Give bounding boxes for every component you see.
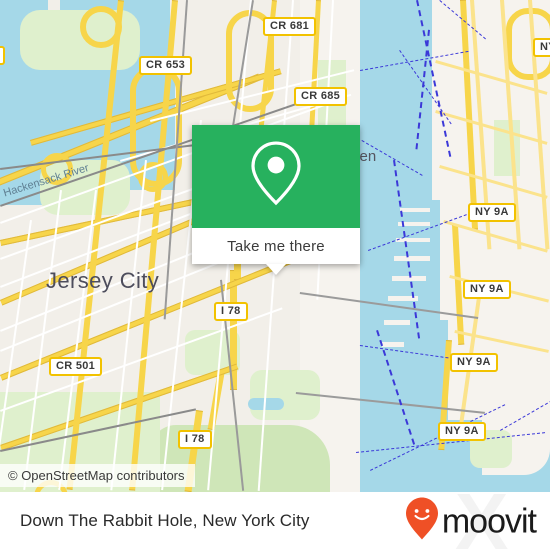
route-shield-ny9a-3[interactable]: NY 9A (450, 353, 498, 372)
map-screenshot: Jersey City ken Hackensack River CR 681 … (0, 0, 550, 550)
route-shield-ny9a-2[interactable]: NY 9A (463, 280, 511, 299)
pier-8 (382, 342, 404, 347)
popup-image-area (192, 125, 360, 228)
pier-1 (400, 208, 430, 212)
map-attribution[interactable]: © OpenStreetMap contributors (0, 464, 195, 487)
route-shield-ny[interactable]: NY (533, 38, 550, 57)
route-shield-left-edge[interactable]: CR (0, 46, 5, 65)
route-shield-cr-653[interactable]: CR 653 (139, 56, 193, 75)
moovit-wordmark: moovit (441, 502, 537, 540)
pier-4 (394, 256, 430, 261)
moovit-smiley-pin-icon (405, 497, 439, 546)
route-shield-cr-501[interactable]: CR 501 (49, 357, 103, 376)
place-title: Down The Rabbit Hole, New York City (20, 511, 310, 530)
route-shield-ny9a-1[interactable]: NY 9A (468, 203, 516, 222)
road-loop-1 (80, 6, 122, 48)
pier-7 (384, 320, 410, 325)
popup-pointer-arrow (266, 264, 286, 275)
map-pin-icon (248, 139, 304, 212)
route-shield-ny9a-4[interactable]: NY 9A (438, 422, 486, 441)
take-me-there-label: Take me there (227, 237, 325, 255)
route-shield-i78-north[interactable]: I 78 (214, 302, 248, 321)
route-shield-i78-south[interactable]: I 78 (178, 430, 212, 449)
map-canvas[interactable]: Jersey City ken Hackensack River CR 681 … (0, 0, 550, 492)
place-label-jersey-city: Jersey City (46, 268, 160, 293)
popup-action-bar[interactable]: Take me there (192, 228, 360, 264)
route-shield-cr-681[interactable]: CR 681 (263, 17, 317, 36)
location-popup-card[interactable]: Take me there (192, 125, 360, 275)
moovit-brand[interactable]: moovit (405, 497, 537, 546)
route-shield-cr-685[interactable]: CR 685 (294, 87, 348, 106)
footer-bar: X Down The Rabbit Hole, New York City mo… (0, 477, 550, 550)
